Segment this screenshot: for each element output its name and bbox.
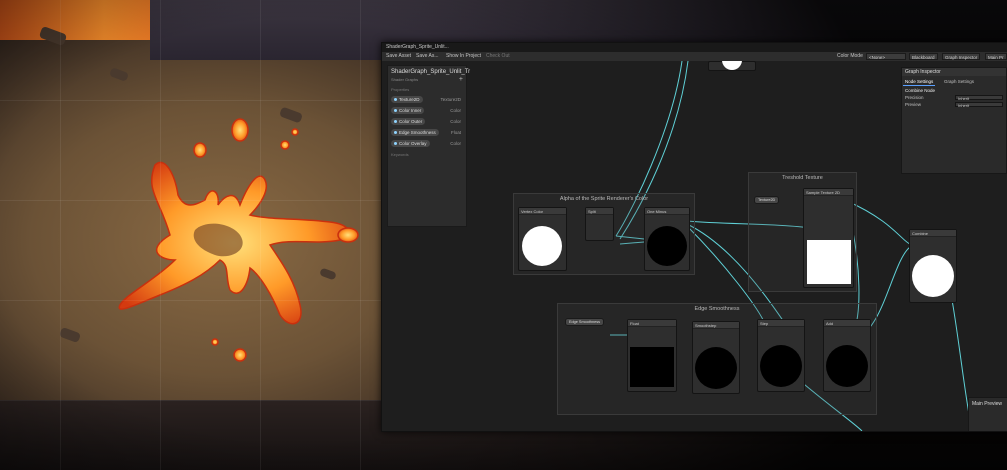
- node-partial-top[interactable]: [708, 61, 756, 71]
- preview-label: Preview: [905, 102, 922, 107]
- graph-inspector-tabs: Node Settings Graph Settings: [902, 78, 1006, 86]
- node-title: Sample Texture 2D: [804, 189, 853, 196]
- property-type: Float: [450, 130, 461, 135]
- shader-graph-toolbar: Save Asset Save As... Show In Project Ch…: [382, 52, 1007, 61]
- tab-graph-settings[interactable]: Graph Settings: [942, 78, 976, 85]
- texture-property-node[interactable]: Texture2D: [754, 196, 780, 204]
- edge-smoothness-property-node[interactable]: Edge Smoothness: [565, 318, 605, 326]
- node-title: Float: [628, 320, 676, 327]
- node-vertex-color[interactable]: Vertex Color: [518, 207, 567, 271]
- color-mode-dropdown[interactable]: <None>: [866, 53, 906, 60]
- node-add[interactable]: Add: [823, 319, 871, 392]
- precision-label: Precision: [905, 95, 924, 100]
- blackboard-property[interactable]: Color Outer Color: [391, 118, 463, 126]
- graph-canvas[interactable]: ShaderGraph_Sprite_Unlit_Tr Shader Graph…: [382, 61, 1007, 431]
- blackboard-panel[interactable]: ShaderGraph_Sprite_Unlit_Tr Shader Graph…: [387, 65, 471, 227]
- graph-inspector-title: Graph Inspector: [902, 68, 1006, 76]
- main-preview-title: Main Preview: [972, 401, 1003, 407]
- blackboard-title: ShaderGraph_Sprite_Unlit_Tr: [391, 69, 471, 75]
- node-combine[interactable]: Combine: [909, 229, 957, 303]
- blackboard-property[interactable]: Color Overlay Color: [391, 140, 463, 148]
- shader-graph-window[interactable]: ShaderGraph_Sprite_Unlit... Save Asset S…: [381, 42, 1007, 432]
- property-name[interactable]: Edge Smoothness: [391, 129, 439, 136]
- add-property-icon[interactable]: +: [459, 76, 463, 83]
- preview-black-circle: [695, 347, 737, 389]
- rock: [109, 67, 129, 82]
- preview-dropdown[interactable]: Inherit: [955, 102, 1003, 108]
- tab-node-settings[interactable]: Node Settings: [903, 78, 936, 86]
- check-out-button[interactable]: Check Out: [486, 52, 510, 61]
- lava-splat: [118, 118, 359, 362]
- node-title: Smoothstep: [693, 322, 739, 329]
- main-preview-panel[interactable]: Main Preview: [968, 397, 1007, 431]
- save-as-button[interactable]: Save As...: [416, 52, 439, 61]
- preview-white-circle: [912, 255, 954, 297]
- preview-black-circle: [826, 345, 868, 387]
- preview-black-circle: [760, 345, 802, 387]
- graph-inspector-toggle[interactable]: Graph Inspector: [942, 53, 981, 60]
- blackboard-property[interactable]: Color Inner Color: [391, 107, 463, 115]
- preview-white-square: [807, 240, 851, 284]
- blackboard-toggle[interactable]: Blackboard: [909, 53, 938, 60]
- property-name[interactable]: Texture2D: [391, 96, 423, 103]
- blackboard-category: Properties: [391, 87, 410, 92]
- group-title: Alpha of the Sprite Renderer's Color: [559, 196, 649, 202]
- property-name[interactable]: Color Overlay: [391, 140, 430, 147]
- node-sample-texture[interactable]: Sample Texture 2D: [803, 188, 854, 288]
- blackboard-keywords: Keywords: [391, 152, 409, 157]
- property-type: Color: [450, 108, 461, 113]
- blackboard-subtitle: Shader Graphs: [391, 77, 419, 82]
- window-title: ShaderGraph_Sprite_Unlit...: [386, 44, 449, 50]
- node-title: Combine: [910, 230, 956, 237]
- save-asset-button[interactable]: Save Asset: [386, 52, 411, 61]
- color-mode-label: Color Mode: [837, 53, 863, 59]
- preview-black-circle: [647, 226, 687, 266]
- node-split[interactable]: Split: [585, 207, 614, 241]
- group-title: Treshold Texture: [782, 175, 823, 181]
- main-preview-toggle[interactable]: Main Pr: [985, 53, 1007, 60]
- node-title: Step: [758, 320, 804, 327]
- preview-black-square: [630, 347, 674, 387]
- node-title: Add: [824, 320, 870, 327]
- node-title: Vertex Color: [519, 208, 566, 215]
- show-in-project-button[interactable]: Show In Project: [446, 52, 481, 61]
- preview-white-circle: [522, 226, 562, 266]
- property-type: Color: [450, 141, 461, 146]
- inspector-section-title: Combine Node: [905, 88, 936, 93]
- preview-white-circle: [722, 61, 742, 70]
- node-float[interactable]: Float: [627, 319, 677, 392]
- property-name[interactable]: Color Inner: [391, 107, 425, 114]
- blackboard-property[interactable]: Edge Smoothness Float: [391, 129, 463, 137]
- node-title: One Minus: [645, 208, 689, 215]
- rock: [58, 326, 82, 344]
- node-title: Split: [586, 208, 613, 215]
- property-type: Texture2D: [440, 97, 461, 102]
- node-smoothstep[interactable]: Smoothstep: [692, 321, 740, 394]
- property-type: Color: [450, 119, 461, 124]
- precision-dropdown[interactable]: Inherit: [955, 95, 1003, 101]
- window-titlebar[interactable]: ShaderGraph_Sprite_Unlit...: [382, 43, 1007, 52]
- node-one-minus[interactable]: One Minus: [644, 207, 690, 271]
- group-title: Edge Smoothness: [694, 306, 740, 312]
- blackboard-property[interactable]: Texture2D Texture2D: [391, 96, 463, 104]
- node-step[interactable]: Step: [757, 319, 805, 392]
- property-name[interactable]: Color Outer: [391, 118, 426, 125]
- graph-inspector-panel[interactable]: Graph Inspector Node Settings Graph Sett…: [901, 67, 1007, 174]
